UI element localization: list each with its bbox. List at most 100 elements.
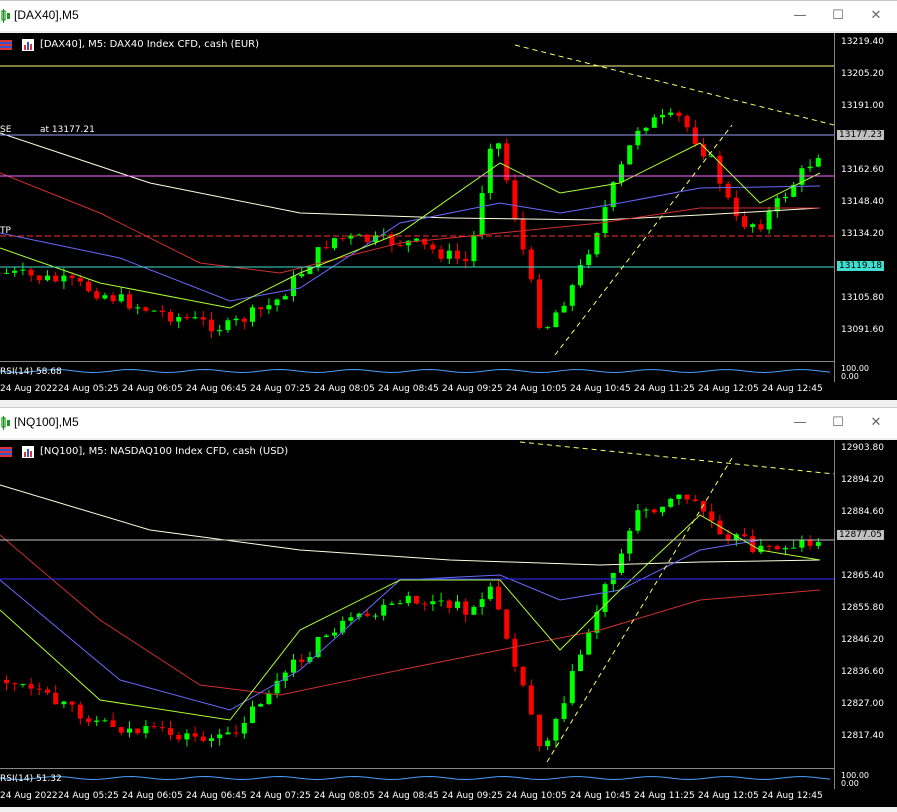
candle-body [446, 250, 452, 259]
price-tick: 12884.60 [841, 507, 884, 517]
rsi-label: RSI(14) 51.32 [0, 774, 62, 784]
candles-svg[interactable] [0, 440, 834, 789]
title-bar[interactable]: [NQ100],M5 — ☐ ✕ [0, 408, 897, 438]
candle-body [233, 318, 239, 321]
candle-body [135, 728, 141, 734]
candle-body [364, 613, 370, 616]
market-icon [22, 39, 34, 51]
time-tick: 24 Aug 06:45 [186, 384, 247, 394]
candle-body [479, 599, 485, 607]
price-chart[interactable]: [DAX40], M5: DAX40 Index CFD, cash (EUR)… [0, 33, 834, 382]
candle-body [61, 275, 67, 282]
time-tick: 24 Aug 08:05 [314, 791, 375, 801]
minimize-button[interactable]: — [786, 412, 814, 434]
chart-icon [1, 9, 10, 23]
price-tick: 12846.20 [841, 635, 884, 645]
candle-body [537, 279, 542, 328]
candle-body [660, 114, 665, 118]
time-axis[interactable]: 24 Aug 2022 24 Aug 05:25 24 Aug 06:05 24 Au… [0, 789, 897, 807]
candle-body [332, 238, 337, 249]
candle-body [479, 193, 485, 235]
candle-body [168, 728, 173, 735]
candle-body [742, 534, 747, 537]
time-axis[interactable]: 24 Aug 2022 24 Aug 05:25 24 Aug 06:05 24 Au… [0, 382, 897, 400]
candle-body [69, 275, 75, 278]
close-button[interactable]: ✕ [862, 412, 890, 434]
candle-body [438, 600, 444, 602]
candle-body [86, 718, 91, 722]
candle-body [709, 511, 715, 521]
candle-body [209, 319, 214, 332]
price-tick: 12817.40 [841, 731, 884, 741]
candle-body [143, 307, 149, 311]
candle-body [250, 706, 255, 723]
time-tick: 24 Aug 07:25 [250, 384, 311, 394]
rsi-scale-tick: 0.00 [841, 372, 859, 381]
price-tick: 13219.40 [841, 37, 884, 47]
candle-body [28, 269, 34, 276]
candle-body [200, 736, 206, 741]
candle-body [463, 601, 469, 615]
candle-body [217, 734, 223, 739]
candle-body [225, 320, 231, 331]
candle-body [69, 701, 75, 705]
price-chart[interactable]: [NQ100], M5: NASDAQ100 Index CFD, cash (… [0, 440, 834, 789]
candle-body [553, 312, 559, 328]
time-tick: 24 Aug 11:25 [634, 384, 695, 394]
close-button[interactable]: ✕ [862, 5, 890, 27]
minimize-button[interactable]: — [786, 5, 814, 27]
candle-body [184, 317, 190, 319]
candle-body [291, 276, 296, 297]
candle-body [635, 510, 641, 531]
candle-body [471, 234, 477, 262]
candle-body [110, 720, 116, 728]
candle-body [323, 635, 329, 637]
price-tick: 13148.40 [841, 197, 884, 207]
candle-body [545, 327, 551, 329]
candle-body [651, 117, 657, 128]
price-tick: 13191.00 [841, 101, 884, 111]
candle-body [299, 659, 305, 662]
time-tick: 24 Aug 2022 [0, 384, 58, 394]
candles-svg[interactable] [0, 33, 834, 382]
candle-body [192, 317, 198, 319]
candle-body [455, 601, 460, 609]
ma-long-line [0, 484, 821, 566]
candle-body [135, 307, 141, 309]
candle-body [102, 720, 108, 722]
candle-body [799, 540, 805, 548]
chart-window-dax[interactable]: [DAX40],M5 — ☐ ✕ [DAX40], M5: DAX40 Inde… [0, 0, 897, 406]
chart-window-nq[interactable]: [NQ100],M5 — ☐ ✕ [NQ100], M5: NASDAQ100 … [0, 407, 897, 812]
candle-body [282, 296, 288, 300]
candle-body [176, 734, 182, 740]
candle-body [36, 275, 42, 281]
time-tick: 24 Aug 12:05 [698, 791, 759, 801]
candle-body [774, 546, 780, 550]
candle-body [643, 127, 649, 131]
candle-body [225, 732, 231, 735]
candle-body [430, 601, 436, 605]
candle-body [528, 249, 534, 280]
time-tick: 24 Aug 10:05 [506, 384, 567, 394]
candle-body [192, 733, 198, 737]
maximize-button[interactable]: ☐ [824, 5, 852, 27]
time-tick: 24 Aug 06:05 [122, 791, 183, 801]
price-tick: 12903.80 [841, 443, 884, 453]
candle-body [94, 720, 100, 722]
title-bar[interactable]: [DAX40],M5 — ☐ ✕ [0, 1, 897, 31]
candle-body [414, 595, 419, 604]
candle-body [569, 671, 575, 704]
market-icon [22, 446, 34, 458]
price-tick: 12855.80 [841, 603, 884, 613]
price-tick: 13134.20 [841, 229, 884, 239]
candle-body [102, 295, 108, 299]
rsi-line [0, 369, 831, 374]
price-scale[interactable]: 13219.40 13205.20 13191.00 13177.23 1316… [834, 33, 897, 382]
candle-body [586, 254, 592, 266]
candle-body [4, 680, 9, 684]
price-scale[interactable]: 12903.80 12894.20 12884.60 12877.05 1286… [834, 440, 897, 789]
candle-body [12, 270, 18, 273]
candle-body [791, 547, 797, 549]
time-tick: 24 Aug 12:05 [698, 384, 759, 394]
maximize-button[interactable]: ☐ [824, 412, 852, 434]
